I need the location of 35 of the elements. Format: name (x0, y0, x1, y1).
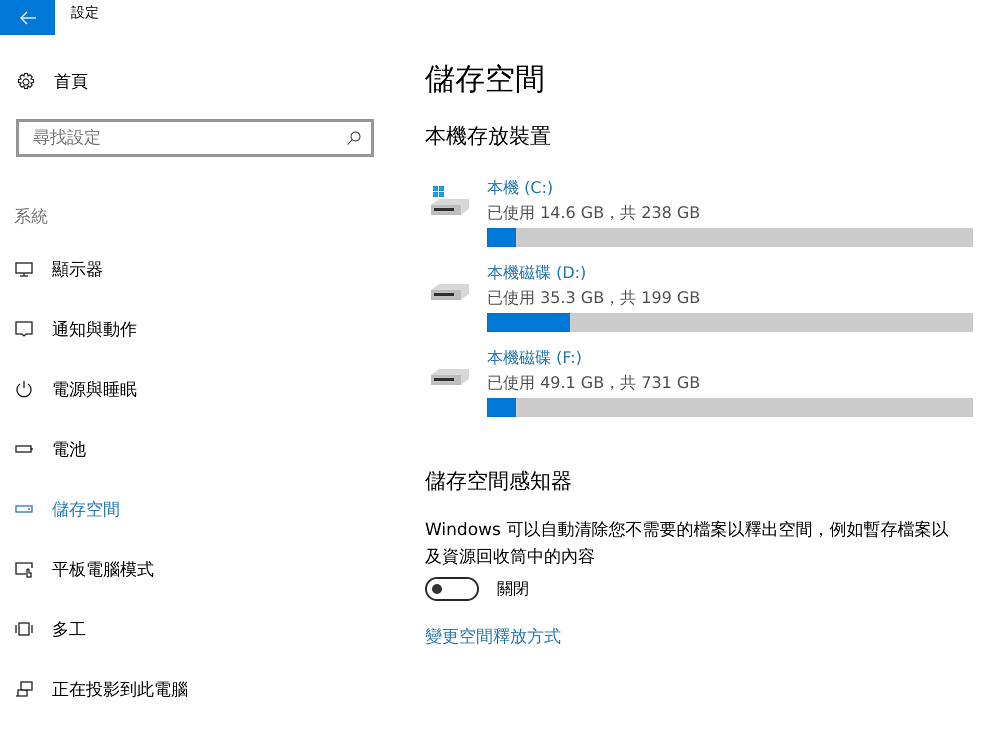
nav-item[interactable]: 電源與睡眠 (14, 359, 137, 419)
section-heading: 儲存空間感知器 (425, 468, 573, 495)
drive-link[interactable]: 本機 (C:) (487, 178, 554, 199)
speech-bubble-icon (14, 319, 34, 339)
section-label: 系統 (14, 206, 48, 228)
nav-item[interactable]: 顯示器 (14, 239, 103, 299)
drive-link[interactable]: 本機磁碟 (F:) (487, 348, 582, 369)
nav-item[interactable]: 電池 (14, 419, 86, 479)
projector-icon (14, 679, 34, 699)
drive-icon (431, 284, 469, 300)
drive-usage: 已使用 49.1 GB，共 731 GB (487, 373, 700, 394)
power-icon (14, 379, 34, 399)
change-link[interactable]: 變更空間釋放方式 (425, 625, 561, 648)
nav-item[interactable]: 多工 (14, 599, 86, 659)
toggle-switch[interactable] (425, 577, 479, 601)
drive-icon (431, 369, 469, 385)
drive-link[interactable]: 本機磁碟 (D:) (487, 263, 586, 284)
nav-item[interactable]: 儲存空間 (14, 479, 120, 539)
settings-icon (16, 72, 36, 92)
drive-icon (431, 199, 469, 215)
section-heading: 本機存放裝置 (425, 123, 552, 150)
search-field[interactable]: 尋找設定 (16, 119, 374, 157)
description-text: Windows 可以自動清除您不需要的檔案以釋出空間，例如暫存檔案以及資源回收筒中的內容 (425, 519, 950, 569)
toggle-label: 關閉 (497, 578, 529, 600)
window-title: 設定 (71, 4, 99, 22)
home-link[interactable]: 首頁 (16, 70, 88, 93)
windows-logo-icon (433, 186, 444, 197)
back-arrow-icon (20, 10, 36, 24)
nav-item[interactable]: 正在投影到此電腦 (14, 659, 188, 719)
search-icon (346, 130, 362, 146)
page-title: 儲存空間 (425, 61, 546, 99)
nav-item[interactable]: 平板電腦模式 (14, 539, 154, 599)
drive-usage: 已使用 14.6 GB，共 238 GB (487, 203, 700, 224)
drive-usage: 已使用 35.3 GB，共 199 GB (487, 288, 700, 309)
nav-item[interactable]: 通知與動作 (14, 299, 137, 359)
